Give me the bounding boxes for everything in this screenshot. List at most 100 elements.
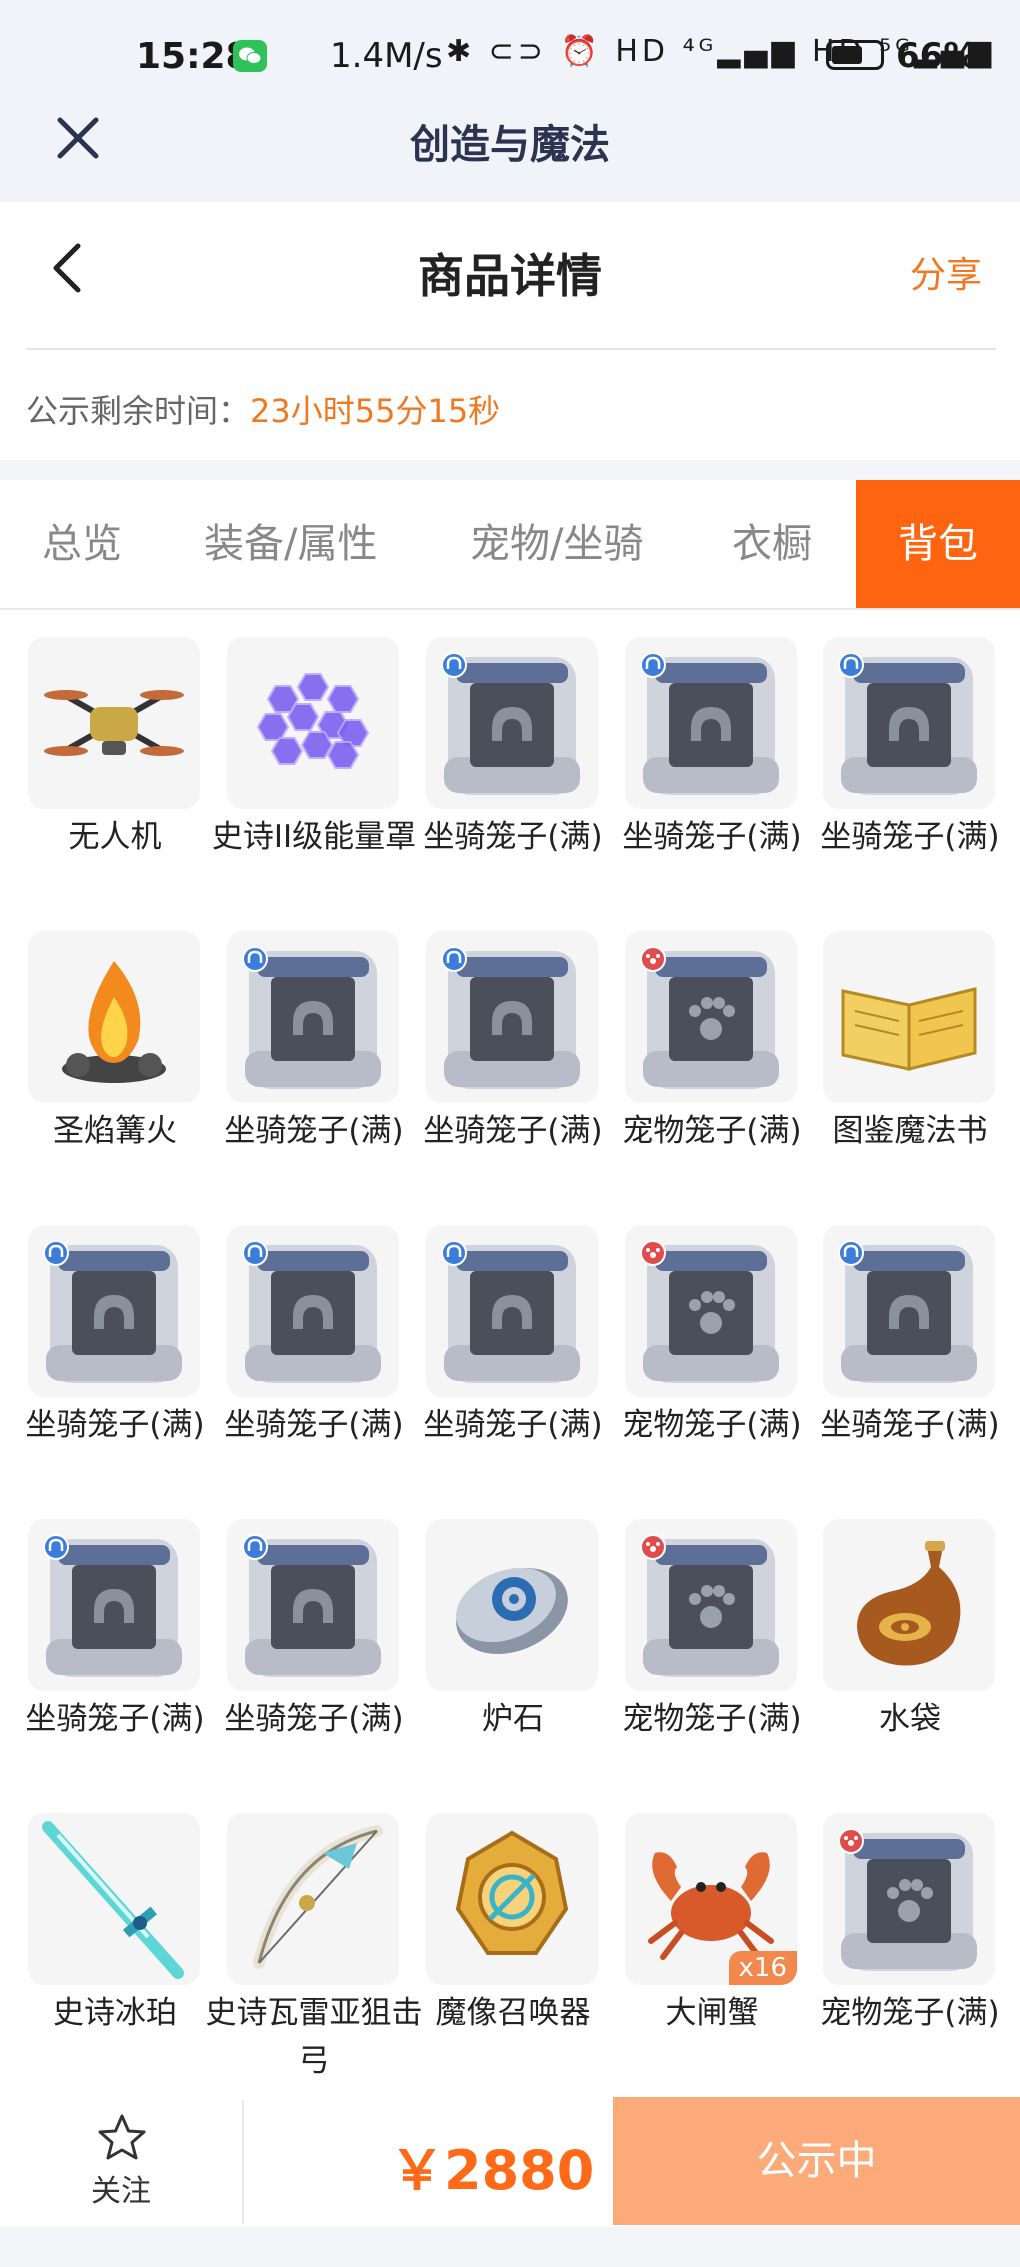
backpack-item[interactable]: 坐骑笼子(满) [215,931,413,1225]
pet-cage-icon [625,1225,797,1397]
item-name: 坐骑笼子(满) [423,819,603,855]
item-name: 坐骑笼子(满) [224,1701,404,1737]
item-name: 坐骑笼子(满) [25,1701,205,1737]
backpack-item[interactable]: 坐骑笼子(满) [215,1519,413,1813]
divider [26,348,996,350]
footer-divider [242,2100,244,2224]
backpack-item[interactable]: 圣焰篝火 [16,931,214,1225]
pet-cage-icon [625,931,797,1103]
magic-book-icon [823,931,995,1103]
mount-cage-icon [227,1225,399,1397]
ice-sword-icon [28,1813,200,1985]
app-title: 创造与魔法 [410,122,610,168]
backpack-item[interactable]: 宠物笼子(满) [613,1519,811,1813]
item-name: 宠物笼子(满) [820,1995,1000,2031]
tab-pets-mounts[interactable]: 宠物/坐骑 [470,480,643,608]
bonfire-icon [28,931,200,1103]
pet-cage-icon [625,1519,797,1691]
tab-equipment[interactable]: 装备/属性 [204,480,377,608]
backpack-item[interactable]: 史诗II级能量罩 [212,637,416,931]
item-name: 史诗瓦雷亚狙击弓 [205,1995,423,2079]
item-name: 坐骑笼子(满) [224,1113,404,1149]
drone-icon [28,637,200,809]
energy-shield-icon [227,637,399,809]
backpack-item[interactable]: 坐骑笼子(满) [811,1225,1009,1519]
backpack-item[interactable]: 魔像召唤器 [414,1813,612,2107]
mount-cage-icon [823,1225,995,1397]
item-name: 炉石 [482,1701,544,1737]
tab-bar: 总览 装备/属性 宠物/坐骑 衣橱 背包 [0,480,1020,610]
item-name: 坐骑笼子(满) [423,1407,603,1443]
mount-cage-icon [28,1519,200,1691]
mount-cage-icon [426,1225,598,1397]
item-name: 大闸蟹 [665,1995,759,2031]
item-name: 宠物笼子(满) [622,1701,802,1737]
pet-cage-icon [823,1813,995,1985]
battery-fill [832,46,862,64]
item-name: 史诗II级能量罩 [211,819,417,855]
crab-icon: x16 [625,1813,797,1985]
tab-overview[interactable]: 总览 [42,480,122,608]
backpack-item[interactable]: 宠物笼子(满) [613,931,811,1225]
backpack-item[interactable]: 无人机 [16,637,214,931]
item-name: 宠物笼子(满) [622,1113,802,1149]
battery-icon [826,40,884,70]
mount-cage-icon [823,637,995,809]
mount-cage-icon [426,637,598,809]
item-name: 水袋 [879,1701,941,1737]
item-name: 宠物笼子(满) [622,1407,802,1443]
golem-summoner-icon [426,1813,598,1985]
tab-wardrobe[interactable]: 衣橱 [732,480,812,608]
backpack-item[interactable]: 坐骑笼子(满) [215,1225,413,1519]
item-name: 圣焰篝火 [53,1113,177,1149]
item-name: 坐骑笼子(满) [820,1407,1000,1443]
network-speed: 1.4M/s [330,36,443,76]
backpack-item[interactable]: 坐骑笼子(满) [811,637,1009,931]
notice-timer: 公示剩余时间：23小时55分15秒 [26,386,500,432]
backpack-item[interactable]: 坐骑笼子(满) [613,637,811,931]
quantity-badge: x16 [728,1951,797,1985]
item-name: 魔像召唤器 [435,1995,591,2031]
backpack-item[interactable]: 坐骑笼子(满) [414,1225,612,1519]
mount-cage-icon [227,1519,399,1691]
backpack-item[interactable]: 坐骑笼子(满) [16,1519,214,1813]
item-name: 坐骑笼子(满) [224,1407,404,1443]
backpack-item[interactable]: x16 大闸蟹 [613,1813,811,2107]
item-name: 图鉴魔法书 [832,1113,988,1149]
notice-label: 公示剩余时间： [26,392,251,430]
public-notice-button[interactable]: 公示中 [613,2097,1020,2225]
price: ￥2880 [390,2139,595,2202]
backpack-item[interactable]: 坐骑笼子(满) [16,1225,214,1519]
backpack-item[interactable]: 坐骑笼子(满) [414,931,612,1225]
backpack-item[interactable]: 宠物笼子(满) [811,1813,1009,2107]
item-name: 坐骑笼子(满) [423,1113,603,1149]
notice-value: 23小时55分15秒 [250,392,501,430]
item-name: 史诗冰珀 [53,1995,177,2031]
bottom-strip [0,2227,1020,2267]
item-name: 坐骑笼子(满) [820,819,1000,855]
hearthstone-icon [426,1519,598,1691]
backpack-item[interactable]: 水袋 [811,1519,1009,1813]
favorite-label: 关注 [91,2174,151,2209]
backpack-item[interactable]: 炉石 [414,1519,612,1813]
share-button[interactable]: 分享 [910,246,982,298]
tab-backpack[interactable]: 背包 [856,480,1020,608]
mount-cage-icon [625,637,797,809]
backpack-item[interactable]: 坐骑笼子(满) [414,637,612,931]
backpack-item[interactable]: 图鉴魔法书 [811,931,1009,1225]
battery-percent: 66% [896,36,978,76]
mount-cage-icon [227,931,399,1103]
item-name: 坐骑笼子(满) [622,819,802,855]
page-title: 商品详情 [418,249,602,303]
mount-cage-icon [426,931,598,1103]
item-name: 坐骑笼子(满) [25,1407,205,1443]
item-name: 无人机 [68,819,162,855]
backpack-item[interactable]: 宠物笼子(满) [613,1225,811,1519]
mount-cage-icon [28,1225,200,1397]
water-bag-icon [823,1519,995,1691]
wechat-icon [233,40,267,72]
backpack-item[interactable]: 史诗冰珀 [16,1813,214,2107]
sniper-bow-icon [227,1813,399,1985]
star-icon [98,2114,146,2160]
backpack-item[interactable]: 史诗瓦雷亚狙击弓 [206,1813,423,2107]
